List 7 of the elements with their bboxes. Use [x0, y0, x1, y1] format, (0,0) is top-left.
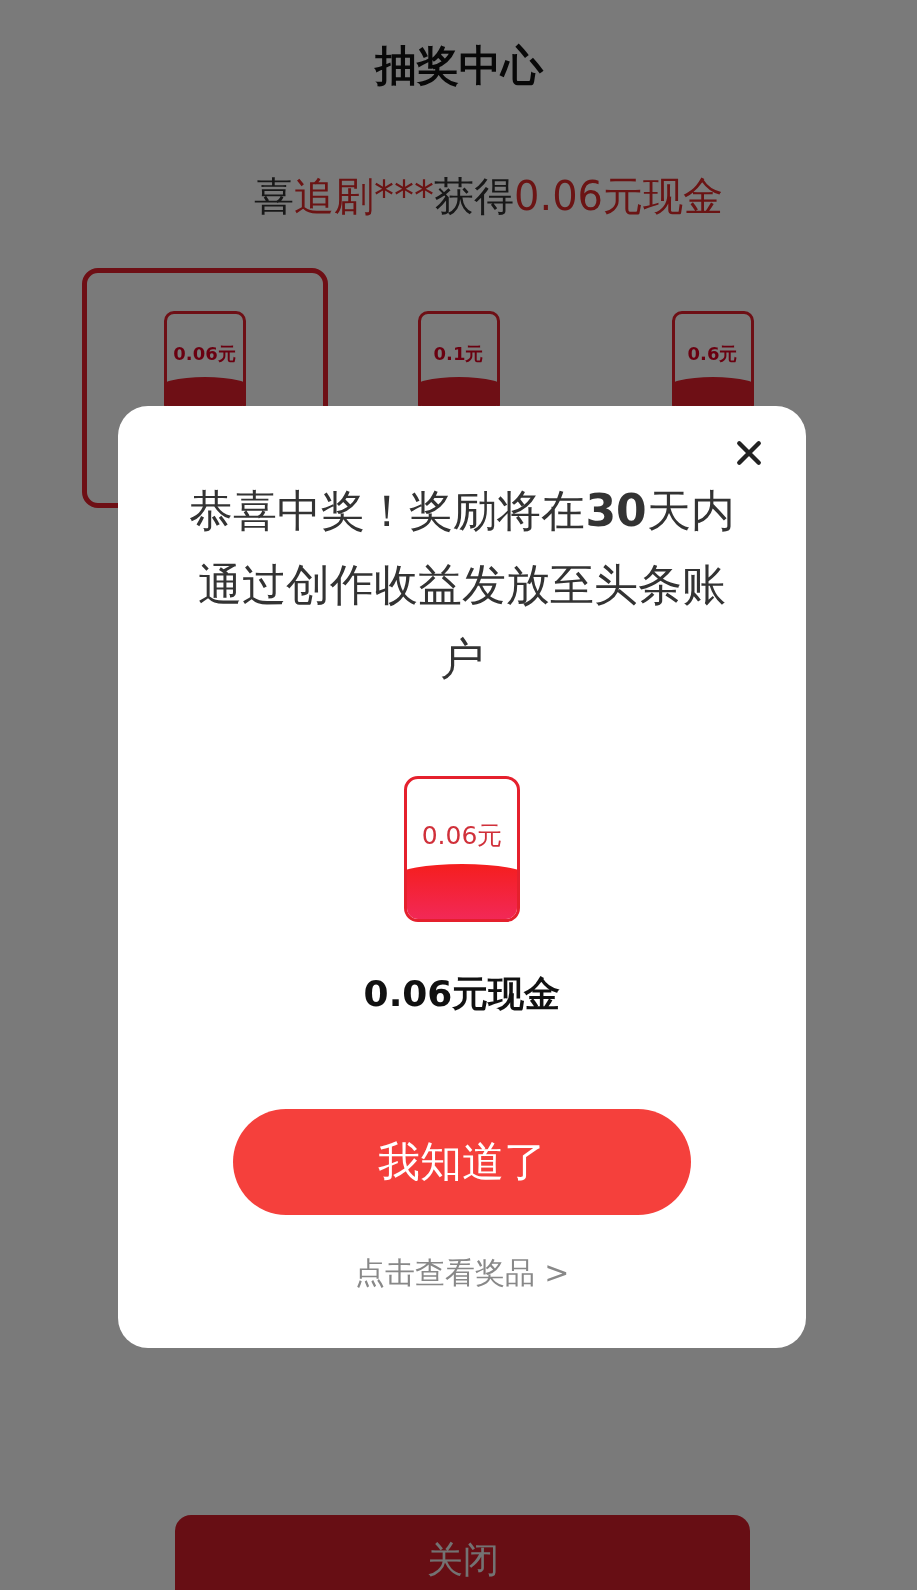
page-title: 抽奖中心 [374, 40, 543, 92]
prize-amount: 0.06元 [173, 342, 236, 364]
prize-amount: 0.06元 [421, 820, 503, 851]
prize-label: 0.06元现金 [363, 972, 561, 1016]
prize-amount: 0.6元 [687, 342, 738, 364]
winner-ticker: 喜追剧***获得0.06元现金 [252, 172, 724, 221]
prize-amount: 0.1元 [433, 342, 484, 364]
